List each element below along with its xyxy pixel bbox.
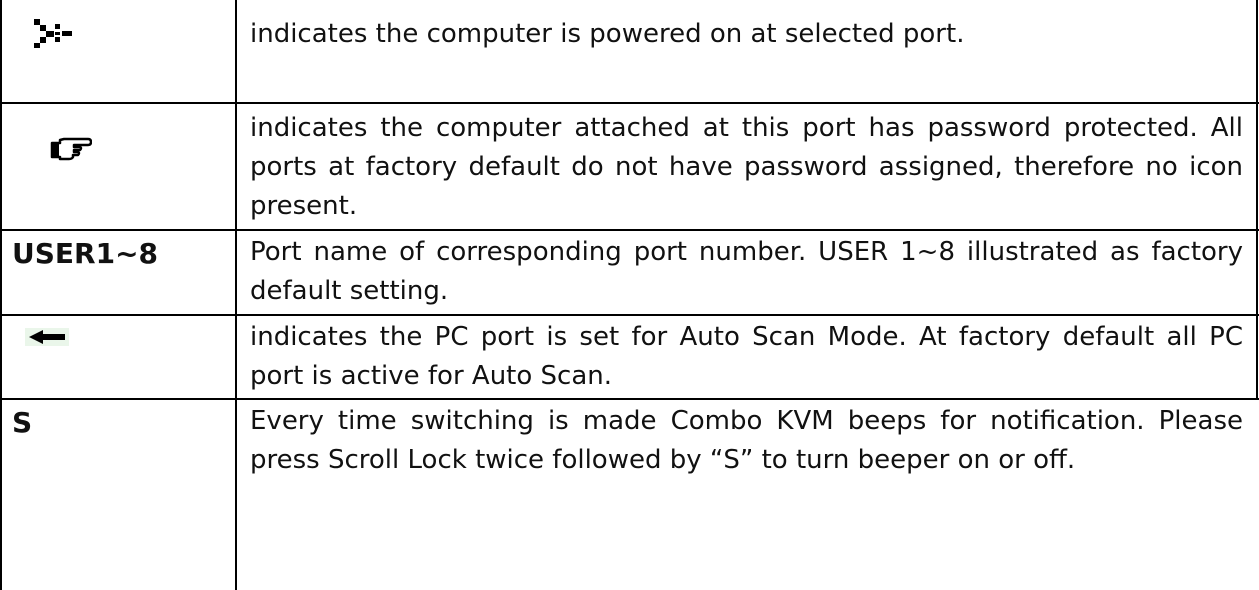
key-cell: USER1~8 bbox=[0, 231, 235, 314]
pointing-hand-icon bbox=[50, 137, 92, 161]
table-row: indicates the computer attached at this … bbox=[0, 104, 1259, 229]
port-name-key: USER1~8 bbox=[12, 237, 159, 270]
icon-cell bbox=[0, 0, 235, 102]
legend-table: indicates the computer is powered on at … bbox=[0, 0, 1259, 590]
icon-cell bbox=[0, 104, 235, 229]
key-cell: S bbox=[0, 400, 235, 590]
description-cell: indicates the PC port is set for Auto Sc… bbox=[237, 316, 1247, 398]
row-description: Port name of corresponding port number. … bbox=[250, 237, 1243, 306]
row-description: indicates the computer is powered on at … bbox=[250, 19, 965, 49]
row-description: indicates the computer attached at this … bbox=[250, 113, 1243, 221]
icon-cell bbox=[0, 316, 235, 398]
description-cell: Every time switching is made Combo KVM b… bbox=[237, 400, 1247, 590]
table-row: USER1~8 Port name of corresponding port … bbox=[0, 231, 1259, 314]
table-row: indicates the PC port is set for Auto Sc… bbox=[0, 316, 1259, 398]
power-on-icon bbox=[34, 19, 72, 48]
left-arrow-icon bbox=[25, 328, 69, 346]
table-row: indicates the computer is powered on at … bbox=[0, 0, 1259, 102]
row-description: Every time switching is made Combo KVM b… bbox=[250, 406, 1243, 475]
table-row: S Every time switching is made Combo KVM… bbox=[0, 400, 1259, 590]
row-description: indicates the PC port is set for Auto Sc… bbox=[250, 322, 1243, 391]
description-cell: indicates the computer is powered on at … bbox=[237, 0, 1247, 102]
beeper-key: S bbox=[12, 406, 33, 439]
description-cell: Port name of corresponding port number. … bbox=[237, 231, 1247, 314]
description-cell: indicates the computer attached at this … bbox=[237, 104, 1247, 229]
